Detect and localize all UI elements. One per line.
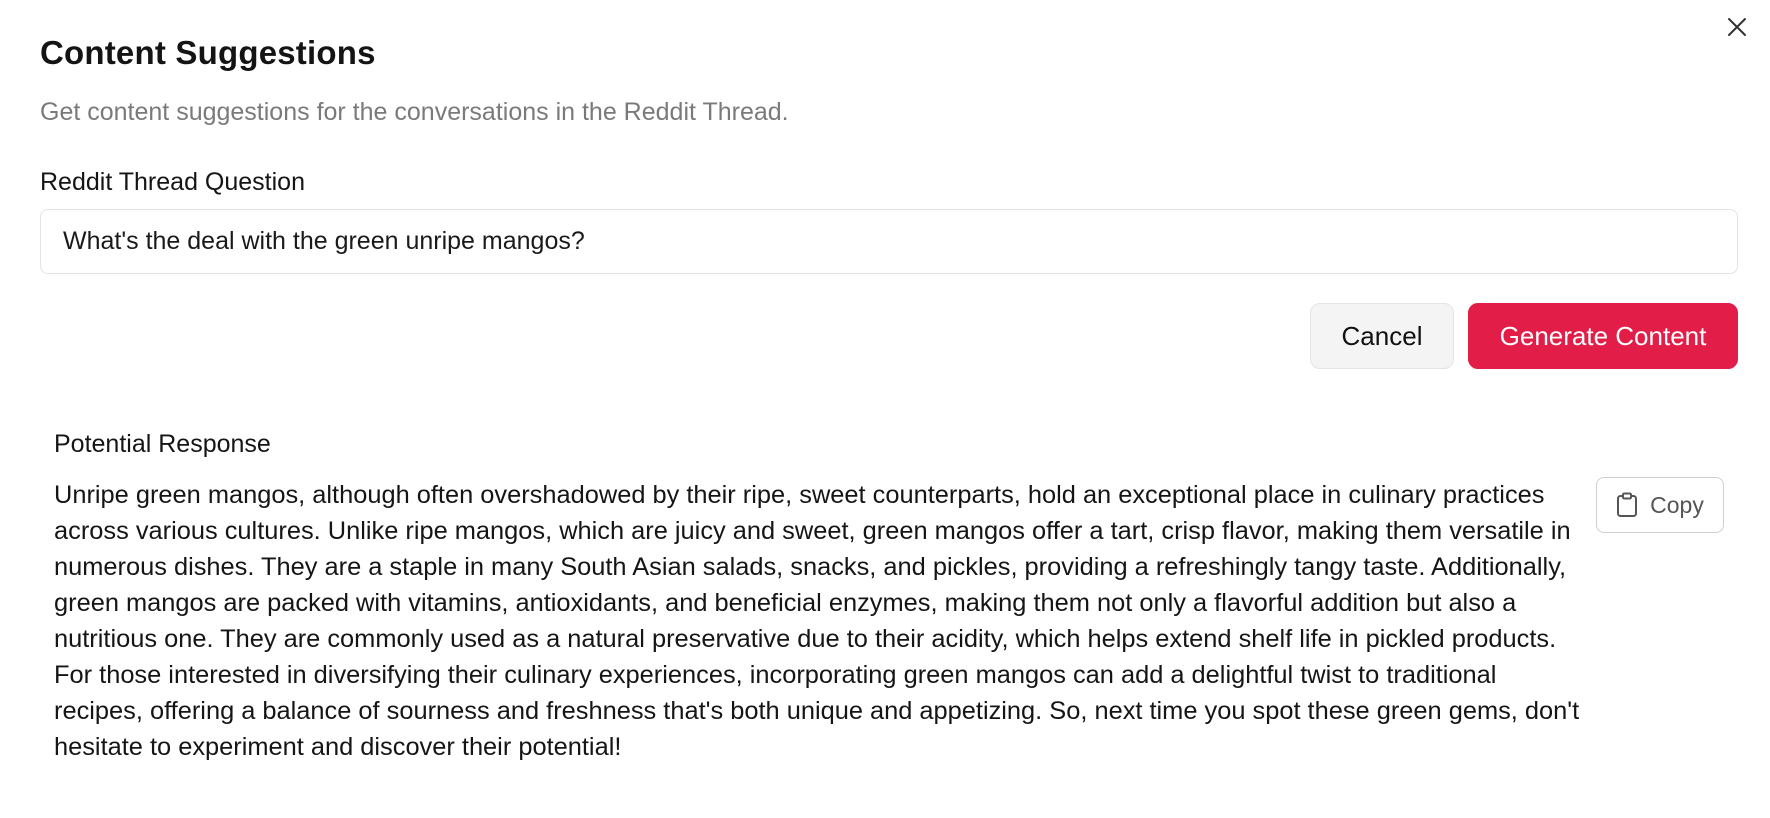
clipboard-icon xyxy=(1616,492,1638,518)
cancel-button[interactable]: Cancel xyxy=(1310,303,1454,369)
response-text: Unripe green mangos, although often over… xyxy=(54,481,1580,761)
close-button[interactable] xyxy=(1724,16,1750,42)
response-label: Potential Response xyxy=(54,430,271,458)
copy-label: Copy xyxy=(1650,491,1704,518)
dialog-title: Content Suggestions xyxy=(40,34,376,71)
question-label: Reddit Thread Question xyxy=(40,168,305,196)
question-input[interactable] xyxy=(40,209,1738,274)
dialog-subtitle: Get content suggestions for the conversa… xyxy=(40,98,789,126)
generate-content-button[interactable]: Generate Content xyxy=(1468,303,1738,369)
content-suggestions-dialog: Content Suggestions Get content suggesti… xyxy=(0,0,1770,818)
close-icon xyxy=(1726,16,1748,43)
copy-button[interactable]: Copy xyxy=(1596,477,1724,533)
